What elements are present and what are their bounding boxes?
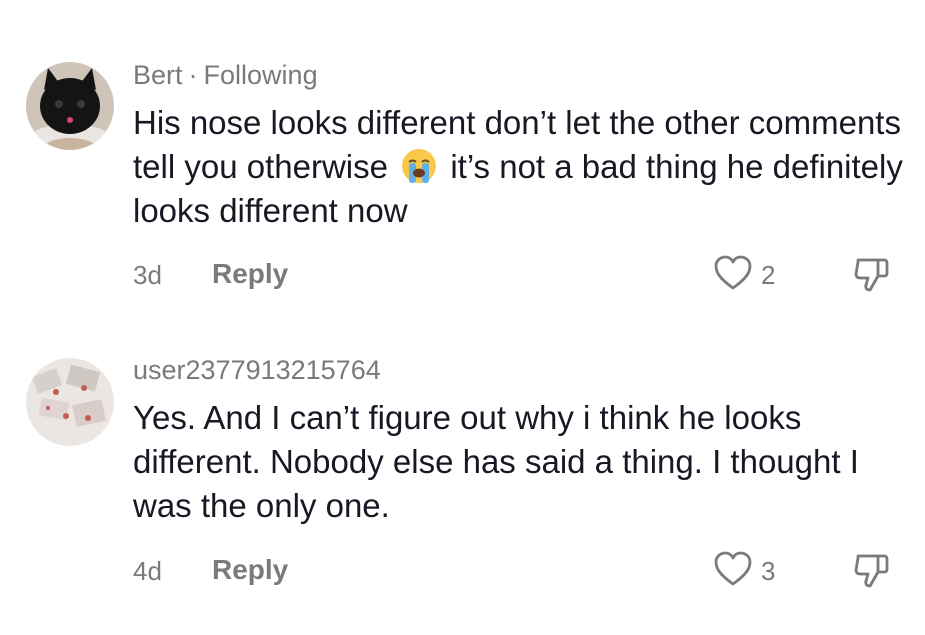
avatar[interactable] bbox=[26, 358, 114, 446]
username[interactable]: user2377913215764 bbox=[133, 355, 381, 385]
reply-button[interactable]: Reply bbox=[212, 258, 288, 290]
username[interactable]: Bert bbox=[133, 60, 183, 90]
thumbs-down-icon bbox=[852, 258, 892, 298]
like-button[interactable]: 2 bbox=[713, 254, 775, 297]
like-button[interactable]: 3 bbox=[713, 550, 775, 593]
heart-outline-icon bbox=[713, 254, 753, 297]
like-count: 3 bbox=[761, 556, 776, 586]
separator: · bbox=[188, 60, 198, 90]
timestamp: 3d bbox=[133, 260, 162, 290]
heart-outline-icon bbox=[713, 550, 753, 593]
comment-item: user2377913215764 Yes. And I can’t figur… bbox=[0, 320, 925, 635]
comment-header: Bert · Following bbox=[133, 60, 318, 91]
dislike-button[interactable] bbox=[852, 550, 892, 595]
thumbs-down-icon bbox=[852, 554, 892, 594]
comment-text: Yes. And I can’t figure out why i think … bbox=[133, 399, 859, 524]
comment-item: Bert · Following His nose looks different … bbox=[0, 0, 925, 320]
loudly-crying-face-icon bbox=[400, 147, 438, 185]
following-label: Following bbox=[203, 60, 318, 90]
avatar[interactable] bbox=[26, 62, 114, 150]
like-count: 2 bbox=[761, 260, 776, 290]
timestamp: 4d bbox=[133, 556, 162, 586]
dislike-button[interactable] bbox=[852, 254, 892, 299]
comment-text: His nose looks different don’t let the o… bbox=[133, 104, 903, 229]
comment-header: user2377913215764 bbox=[133, 355, 381, 386]
reply-button[interactable]: Reply bbox=[212, 554, 288, 586]
